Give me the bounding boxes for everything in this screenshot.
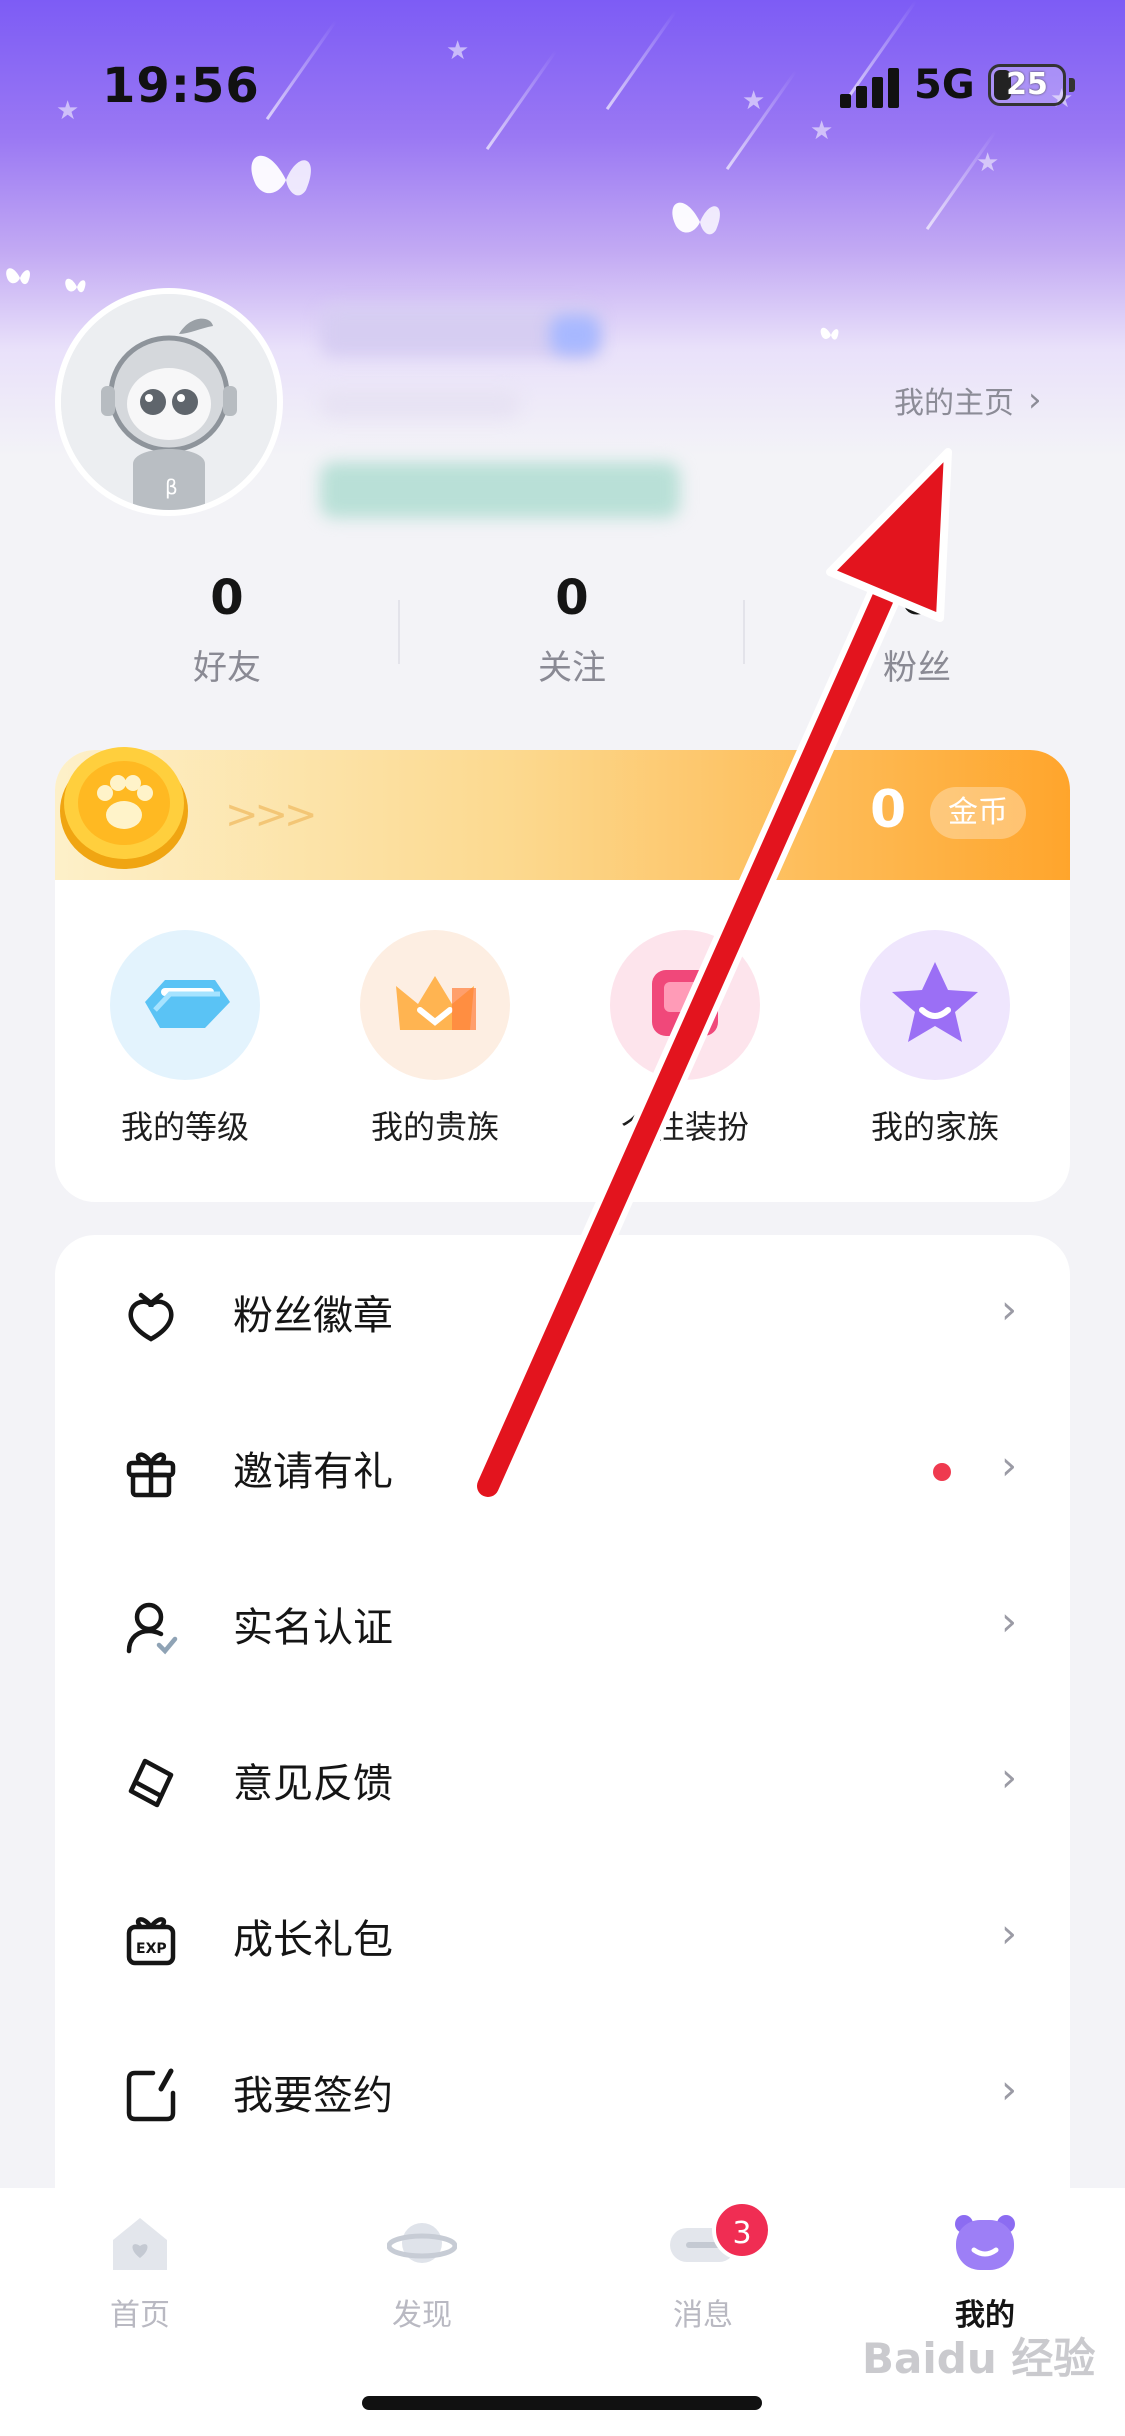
chevron-right-icon: › — [1001, 1599, 1017, 1645]
coin-banner[interactable]: >>> 0 金币 — [55, 750, 1070, 880]
battery-cap — [1069, 78, 1075, 92]
feature-label: 我的家族 — [870, 1108, 999, 1146]
new-dot-indicator — [933, 1463, 951, 1481]
menu-label: 意见反馈 — [233, 1761, 393, 1807]
chevron-right-icon: › — [1001, 1755, 1017, 1801]
feature-label: 我的贵族 — [370, 1108, 499, 1146]
menu-label: 邀请有礼 — [233, 1449, 393, 1495]
stat-fans[interactable]: 0 粉丝 — [767, 570, 1067, 689]
stats-row: 0 好友 0 关注 0 粉丝 — [0, 570, 1125, 700]
message-count-badge: 3 — [712, 2200, 772, 2260]
chevron-right-icon: › — [1001, 1911, 1017, 1957]
crown-icon — [360, 930, 510, 1080]
stat-value: 0 — [900, 570, 934, 626]
network-type: 5G — [914, 62, 975, 108]
verified-user-icon — [126, 1602, 178, 1655]
star-face-icon — [860, 930, 1010, 1080]
stat-value: 0 — [555, 570, 589, 626]
planet-icon — [386, 2208, 458, 2278]
paw-coin-icon — [60, 747, 188, 869]
svg-text:β: β — [165, 475, 178, 499]
sign-edit-icon — [126, 2068, 176, 2122]
menu-label: 我要签约 — [233, 2073, 393, 2119]
feature-label: 我的等级 — [120, 1108, 249, 1146]
tab-label: 首页 — [110, 2298, 170, 2333]
coin-value: 0 — [870, 780, 907, 840]
menu-label: 实名认证 — [233, 1605, 393, 1651]
butterfly-icon — [6, 268, 30, 285]
battery-level: 25 — [1006, 67, 1048, 102]
tab-label: 消息 — [673, 2298, 733, 2333]
menu-item-fan-badge[interactable]: 粉丝徽章 › — [55, 1235, 1070, 1391]
tab-me[interactable]: 我的 — [885, 2208, 1085, 2334]
coin-unit-pill: 金币 — [930, 787, 1026, 839]
coin-features-card: >>> 0 金币 我的等级 我的贵族 个性装扮 我的家族 — [55, 750, 1070, 1202]
dressup-icon — [610, 930, 760, 1080]
stat-friends[interactable]: 0 好友 — [77, 570, 377, 689]
gift-icon — [126, 1452, 176, 1498]
my-homepage-label: 我的主页 — [894, 386, 1014, 421]
cellular-signal-icon — [840, 66, 900, 108]
avatar[interactable]: β — [55, 288, 283, 516]
menu-label: 成长礼包 — [233, 1917, 393, 1963]
my-homepage-link[interactable]: 我的主页 › — [894, 380, 1042, 421]
coin-arrows: >>> — [225, 792, 318, 838]
divider — [398, 600, 400, 664]
chevron-right-icon: › — [1001, 2067, 1017, 2113]
tab-messages[interactable]: 消息 — [603, 2208, 803, 2334]
menu-item-sign-contract[interactable]: 我要签约 › — [55, 2015, 1070, 2171]
strawberry-badge-icon — [128, 1292, 174, 1342]
feedback-tag-icon — [128, 1758, 174, 1808]
stat-following[interactable]: 0 关注 — [422, 570, 722, 689]
svg-text:EXP: EXP — [136, 1941, 167, 1957]
home-indicator[interactable] — [362, 2396, 762, 2410]
feature-my-nobility[interactable]: 我的贵族 — [340, 930, 530, 1148]
watermark: Baidu 经验 — [862, 2334, 1096, 2383]
menu-item-invite[interactable]: 邀请有礼 › — [55, 1391, 1070, 1547]
home-icon — [105, 2208, 175, 2278]
battery-icon: 25 — [988, 64, 1066, 106]
feature-my-family[interactable]: 我的家族 — [840, 930, 1030, 1148]
status-time: 19:56 — [102, 58, 260, 114]
butterfly-icon — [65, 278, 86, 293]
stat-label: 关注 — [538, 648, 606, 688]
chevron-right-icon: › — [1001, 1287, 1017, 1333]
exp-gift-icon: EXP — [126, 1917, 176, 1966]
stat-value: 0 — [210, 570, 244, 626]
butterfly-icon — [672, 202, 720, 235]
feature-dress-up[interactable]: 个性装扮 — [590, 930, 780, 1148]
stat-label: 粉丝 — [883, 648, 951, 688]
tab-home[interactable]: 首页 — [40, 2208, 240, 2334]
menu-label: 粉丝徽章 — [233, 1293, 393, 1339]
menu-item-growth-pack[interactable]: EXP 成长礼包 › — [55, 1859, 1070, 2015]
menu-item-feedback[interactable]: 意见反馈 › — [55, 1703, 1070, 1859]
menu-list: 粉丝徽章 › 邀请有礼 › 实名认证 › 意见反馈 › EXP 成长礼包 › 我… — [55, 1235, 1070, 2245]
divider — [743, 600, 745, 664]
tab-label: 发现 — [392, 2298, 452, 2333]
menu-item-verification[interactable]: 实名认证 › — [55, 1547, 1070, 1703]
profile-bear-icon — [950, 2208, 1020, 2278]
butterfly-icon — [820, 327, 839, 340]
feature-label: 个性装扮 — [620, 1108, 749, 1146]
diamond-tag-icon — [110, 930, 260, 1080]
chevron-right-icon: › — [1028, 380, 1042, 420]
chevron-right-icon: › — [1001, 1443, 1017, 1489]
tab-discover[interactable]: 发现 — [322, 2208, 522, 2334]
butterfly-icon — [251, 155, 311, 196]
astronaut-avatar-icon: β — [61, 294, 277, 510]
stat-label: 好友 — [193, 648, 261, 688]
feature-my-level[interactable]: 我的等级 — [90, 930, 280, 1148]
